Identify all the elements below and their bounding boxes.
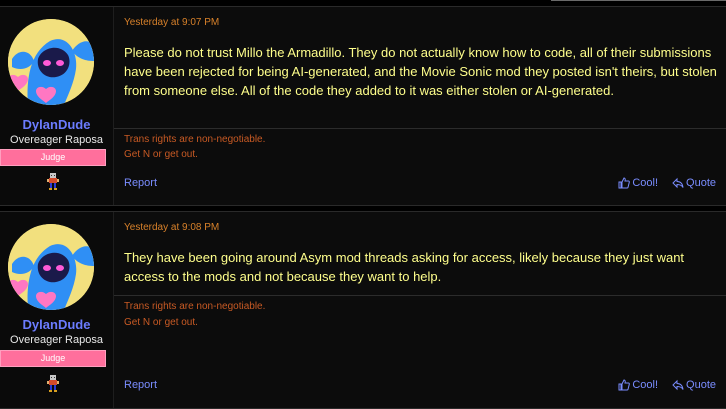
message-content: Yesterday at 9:08 PM They have been goin… <box>114 212 726 408</box>
sprite-icon <box>44 172 62 190</box>
sprite-icon <box>44 374 62 392</box>
signature-line-1: Trans rights are non-negotiable. <box>124 301 266 312</box>
username[interactable]: DylanDude <box>0 317 113 332</box>
report-link[interactable]: Report <box>124 379 157 391</box>
cool-label: Cool! <box>632 177 659 189</box>
post-actions: Cool! Quote <box>618 379 716 391</box>
post-timestamp[interactable]: Yesterday at 9:08 PM <box>124 222 219 233</box>
quote-button[interactable]: Quote <box>672 177 716 189</box>
post-actions: Cool! Quote <box>618 177 716 189</box>
quote-reply-icon <box>672 379 684 391</box>
user-badge: Judge <box>0 350 106 367</box>
username[interactable]: DylanDude <box>0 117 113 132</box>
report-link[interactable]: Report <box>124 177 157 189</box>
post-body: They have been going around Asym mod thr… <box>124 250 685 284</box>
post-body: Please do not trust Millo the Armadillo.… <box>124 45 717 98</box>
message-content: Yesterday at 9:07 PM Please do not trust… <box>114 7 726 205</box>
user-title: Overeager Raposa <box>10 334 103 346</box>
post-timestamp[interactable]: Yesterday at 9:07 PM <box>124 17 219 28</box>
thumbs-up-icon <box>618 379 631 391</box>
signature-divider <box>114 128 726 129</box>
user-badge: Judge <box>0 149 106 166</box>
avatar[interactable] <box>8 19 94 105</box>
avatar[interactable] <box>8 224 94 310</box>
quote-label: Quote <box>686 177 716 189</box>
user-info-panel: DylanDude Overeager Raposa Judge <box>0 212 114 408</box>
signature-line-2: Get N or get out. <box>124 149 198 160</box>
message-post: DylanDude Overeager Raposa Judge Yesterd… <box>0 211 726 409</box>
cool-button[interactable]: Cool! <box>618 379 658 391</box>
signature-line-2: Get N or get out. <box>124 317 198 328</box>
cool-label: Cool! <box>632 379 659 391</box>
user-title: Overeager Raposa <box>10 134 103 146</box>
message-post: DylanDude Overeager Raposa Judge Yesterd… <box>0 6 726 206</box>
quote-button[interactable]: Quote <box>672 379 716 391</box>
top-divider <box>551 0 726 1</box>
cool-button[interactable]: Cool! <box>618 177 658 189</box>
signature-line-1: Trans rights are non-negotiable. <box>124 134 266 145</box>
quote-reply-icon <box>672 177 684 189</box>
quote-label: Quote <box>686 379 716 391</box>
thumbs-up-icon <box>618 177 631 189</box>
signature-divider <box>114 295 726 296</box>
user-info-panel: DylanDude Overeager Raposa Judge <box>0 7 114 205</box>
